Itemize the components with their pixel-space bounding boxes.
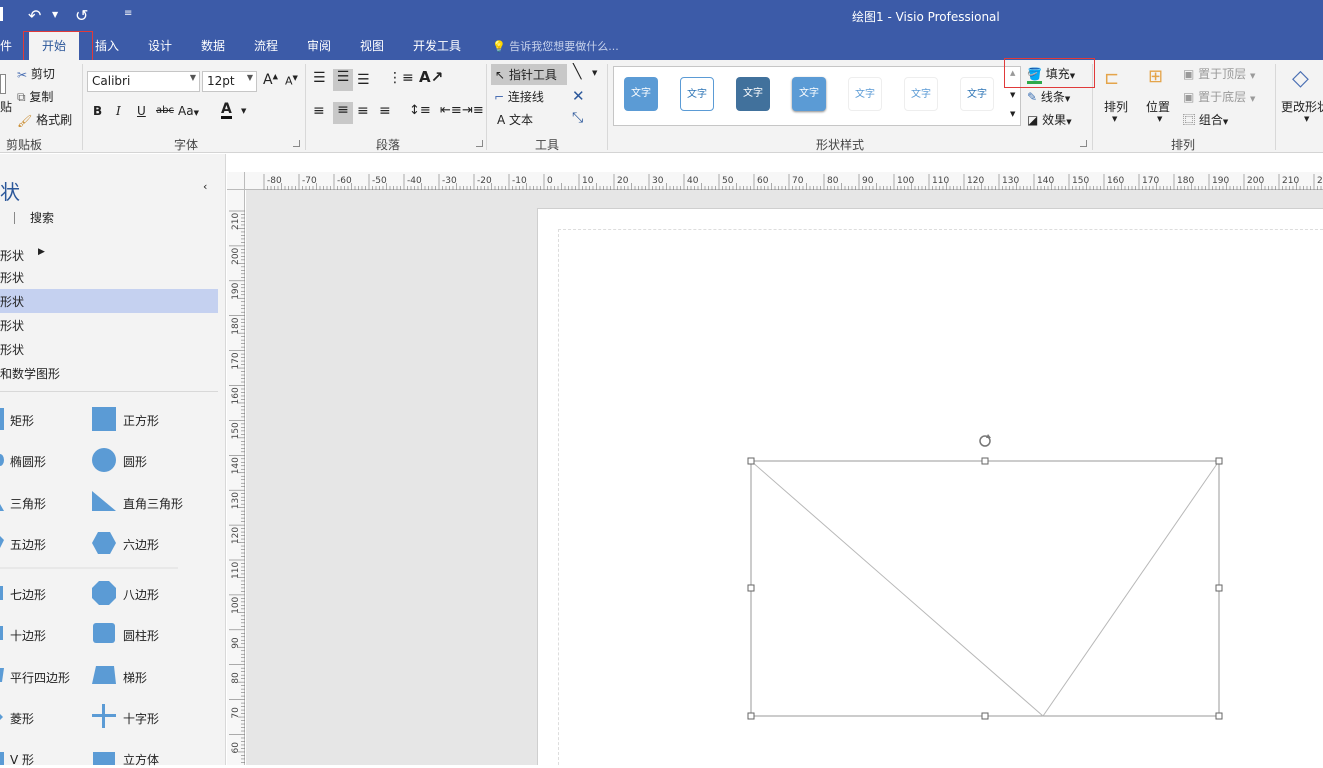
triangle-shape-outline <box>750 460 1220 717</box>
resize-handle <box>1215 712 1223 720</box>
selection-bounding-box <box>750 460 1220 717</box>
selected-shape[interactable] <box>0 0 1323 765</box>
resize-handle <box>981 457 989 465</box>
resize-handle <box>981 712 989 720</box>
resize-handle <box>747 457 755 465</box>
resize-handle <box>1215 457 1223 465</box>
resize-handle <box>1215 584 1223 592</box>
resize-handle <box>747 584 755 592</box>
resize-handle <box>747 712 755 720</box>
